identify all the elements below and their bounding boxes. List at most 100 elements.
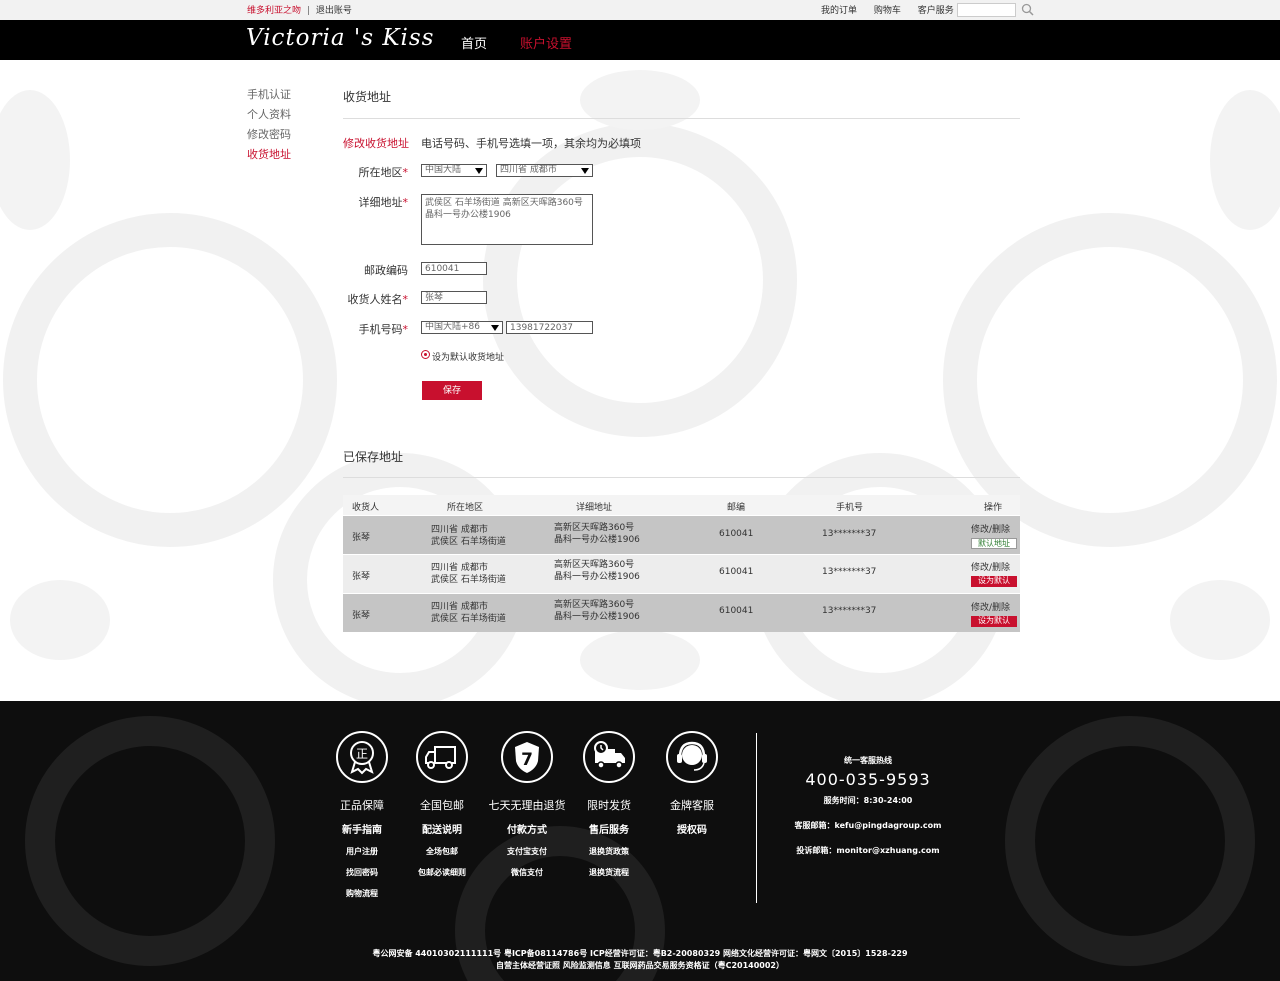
sidebar-item-change-password[interactable]: 修改密码 <box>247 126 291 146</box>
country-select[interactable]: 中国大陆 <box>421 164 487 177</box>
row-region: 四川省 成都市 武侯区 石羊场街道 <box>431 563 506 585</box>
edit-delete-link[interactable]: 修改/删除 <box>971 522 1010 535</box>
search-input[interactable] <box>957 3 1016 17</box>
divider <box>343 477 1020 478</box>
footer-col-free-shipping: 全国包邮 配送说明 全场包邮 包邮必读细则 <box>402 731 482 878</box>
site-footer: 正 正品保障 新手指南 用户注册 找回密码 购物流程 全国包邮 配送说明 全场包… <box>0 701 1280 981</box>
zip-input[interactable]: 610041 <box>421 262 487 275</box>
chevron-down-icon <box>475 168 483 174</box>
row-phone: 13*******37 <box>822 529 877 539</box>
footer-col-returns: 7 七天无理由退货 付款方式 支付宝支付 微信支付 <box>479 731 575 878</box>
divider <box>343 118 1020 119</box>
hotline-title: 统一客服热线 <box>844 756 892 765</box>
edit-delete-link[interactable]: 修改/删除 <box>971 560 1010 573</box>
delivery-truck-icon <box>416 731 468 783</box>
footer-link-head[interactable]: 授权码 <box>652 821 732 836</box>
col-zip: 邮编 <box>727 503 746 513</box>
footer-link[interactable]: 找回密码 <box>322 867 402 878</box>
table-header: 收货人 所在地区 详细地址 邮编 手机号 操作 <box>343 495 1020 515</box>
service-email[interactable]: 客服邮箱：kefu@pingdagroup.com <box>790 820 946 831</box>
nav-account-settings[interactable]: 账户设置 <box>520 33 572 52</box>
footer-link[interactable]: 微信支付 <box>479 867 575 878</box>
col-action: 操作 <box>984 503 1003 513</box>
account-sidebar: 手机认证 个人资料 修改密码 收货地址 <box>247 86 291 166</box>
row-phone: 13*******37 <box>822 606 877 616</box>
fast-shipping-icon <box>583 731 635 783</box>
phone-code-select[interactable]: 中国大陆+86 <box>421 321 503 334</box>
nav-home[interactable]: 首页 <box>461 33 487 52</box>
edit-delete-link[interactable]: 修改/删除 <box>971 600 1010 613</box>
phone-label: 手机号码* <box>358 323 409 336</box>
footer-title: 正品保障 <box>340 799 384 812</box>
footer-link[interactable]: 支付宝支付 <box>479 846 575 857</box>
row-zip: 610041 <box>719 606 754 616</box>
province-city-select[interactable]: 四川省 成都市 <box>496 164 593 177</box>
top-left-links: 维多利亚之吻 | 退出账号 <box>247 3 352 16</box>
row-recipient: 张琴 <box>352 572 371 582</box>
row-address: 高新区天晖路360号 晶科一号办公楼1906 <box>554 600 640 622</box>
sidebar-item-profile[interactable]: 个人资料 <box>247 106 291 126</box>
phone-input[interactable]: 13981722037 <box>506 321 593 334</box>
seal-char: 正 <box>356 747 368 761</box>
footer-link[interactable]: 包邮必读细则 <box>402 867 482 878</box>
region-label: 所在地区* <box>358 166 409 179</box>
sidebar-item-address[interactable]: 收货地址 <box>247 146 291 166</box>
shield-number: 7 <box>521 750 533 770</box>
row-recipient: 张琴 <box>352 533 371 543</box>
row-zip: 610041 <box>719 567 754 577</box>
service-link[interactable]: 客户服务 <box>918 6 954 16</box>
recipient-name-input[interactable]: 张琴 <box>421 291 487 304</box>
headset-icon <box>666 731 718 783</box>
table-row: 张琴 四川省 成都市 武侯区 石羊场街道 高新区天晖路360号 晶科一号办公楼190… <box>343 554 1020 593</box>
col-recipient: 收货人 <box>352 503 380 513</box>
row-recipient: 张琴 <box>352 611 371 621</box>
footer-title: 七天无理由退货 <box>488 799 566 812</box>
logout-link[interactable]: 退出账号 <box>316 6 352 16</box>
saved-address-table: 收货人 所在地区 详细地址 邮编 手机号 操作 张琴 四川省 成都市 武侯区 石羊… <box>343 495 1020 632</box>
top-utility-bar: 维多利亚之吻 | 退出账号 我的订单 购物车 客户服务 <box>0 0 1280 20</box>
set-default-button[interactable]: 设为默认 <box>971 616 1017 627</box>
footer-link-head[interactable]: 配送说明 <box>402 821 482 836</box>
row-region: 四川省 成都市 武侯区 石羊场街道 <box>431 525 506 547</box>
cart-link[interactable]: 购物车 <box>874 6 901 16</box>
row-phone: 13*******37 <box>822 567 877 577</box>
footer-col-support: 金牌客服 授权码 <box>652 731 732 836</box>
footer-title: 限时发货 <box>587 799 631 812</box>
complaint-email[interactable]: 投诉邮箱：monitor@xzhuang.com <box>790 845 946 856</box>
row-address: 高新区天晖路360号 晶科一号办公楼1906 <box>554 560 640 582</box>
footer-col-timed-shipping: 限时发货 售后服务 退换货政策 退换货流程 <box>569 731 649 878</box>
chevron-down-icon <box>581 168 589 174</box>
row-region: 四川省 成都市 武侯区 石羊场街道 <box>431 602 506 624</box>
default-address-label: 设为默认收货地址 <box>432 353 505 363</box>
main-header: Victoria 's Kiss 首页 账户设置 <box>0 20 1280 60</box>
site-logo[interactable]: Victoria 's Kiss <box>246 25 435 51</box>
search-icon[interactable] <box>1021 3 1034 16</box>
sidebar-item-phone-verify[interactable]: 手机认证 <box>247 86 291 106</box>
set-default-button[interactable]: 设为默认 <box>971 576 1017 587</box>
footer-link[interactable]: 用户注册 <box>322 846 402 857</box>
hotline-block: 统一客服热线 400-035-9593 服务时间：8:30-24:00 客服邮箱… <box>790 755 946 856</box>
footer-link[interactable]: 退换货流程 <box>569 867 649 878</box>
footer-link-head[interactable]: 付款方式 <box>479 821 575 836</box>
col-address: 详细地址 <box>576 503 613 513</box>
edit-address-label: 修改收货地址 <box>343 137 409 150</box>
table-row: 张琴 四川省 成都市 武侯区 石羊场街道 高新区天晖路360号 晶科一号办公楼190… <box>343 515 1020 554</box>
default-address-radio[interactable] <box>421 350 430 359</box>
my-orders-link[interactable]: 我的订单 <box>821 6 857 16</box>
brand-link[interactable]: 维多利亚之吻 <box>247 6 301 16</box>
form-hint: 电话号码、手机号选填一项，其余均为必填项 <box>421 137 641 150</box>
footer-link[interactable]: 退换货政策 <box>569 846 649 857</box>
footer-link-head[interactable]: 新手指南 <box>322 821 402 836</box>
row-zip: 610041 <box>719 529 754 539</box>
detail-address-label: 详细地址* <box>358 196 409 209</box>
footer-link[interactable]: 购物流程 <box>322 888 402 899</box>
footer-link[interactable]: 全场包邮 <box>402 846 482 857</box>
seven-day-return-icon: 7 <box>501 731 553 783</box>
save-button[interactable]: 保存 <box>422 381 482 400</box>
chevron-down-icon <box>491 325 499 331</box>
col-region: 所在地区 <box>447 503 484 513</box>
footer-divider <box>756 733 757 903</box>
footer-link-head[interactable]: 售后服务 <box>569 821 649 836</box>
detail-address-textarea[interactable]: 武侯区 石羊场街道 高新区天晖路360号 晶科一号办公楼1906 <box>421 194 593 245</box>
footer-title: 金牌客服 <box>670 799 714 812</box>
